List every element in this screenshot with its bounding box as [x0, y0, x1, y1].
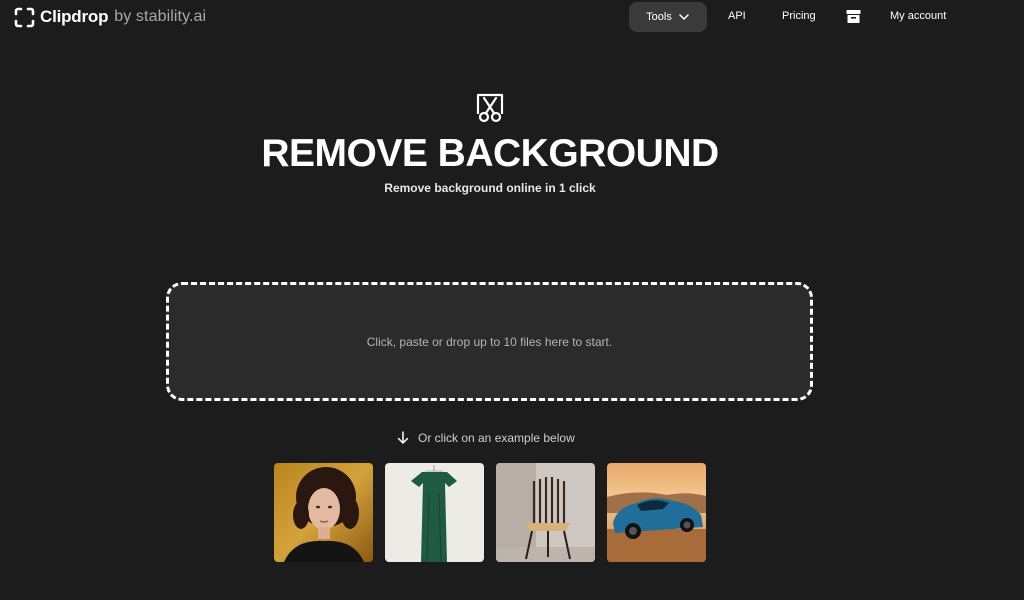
chevron-down-icon — [679, 14, 689, 20]
portrait-thumbnail — [274, 463, 373, 562]
tools-label: Tools — [646, 11, 672, 23]
dress-thumbnail — [385, 463, 484, 562]
example-image-chair[interactable] — [496, 463, 595, 562]
scissors-frame-icon — [476, 93, 504, 123]
page-title: REMOVE BACKGROUND — [261, 132, 719, 175]
example-hint: Or click on an example below — [396, 430, 575, 446]
example-hint-text: Or click on an example below — [418, 431, 575, 445]
page-subtitle: Remove background online in 1 click — [384, 181, 596, 195]
nav-my-account-link[interactable]: My account — [890, 10, 946, 22]
top-nav: Tools API Pricing My account — [0, 0, 1024, 34]
chair-thumbnail — [496, 463, 595, 562]
nav-pricing-link[interactable]: Pricing — [782, 10, 816, 22]
example-image-dress[interactable] — [385, 463, 484, 562]
example-image-portrait[interactable] — [274, 463, 373, 562]
tools-menu-button[interactable]: Tools — [629, 2, 707, 32]
file-dropzone[interactable]: Click, paste or drop up to 10 files here… — [166, 282, 813, 401]
arrow-down-icon — [397, 431, 409, 444]
archive-box-icon[interactable] — [846, 9, 861, 24]
nav-api-link[interactable]: API — [728, 10, 746, 22]
car-thumbnail — [607, 463, 706, 562]
dropzone-instructions: Click, paste or drop up to 10 files here… — [366, 334, 613, 349]
example-image-car[interactable] — [607, 463, 706, 562]
